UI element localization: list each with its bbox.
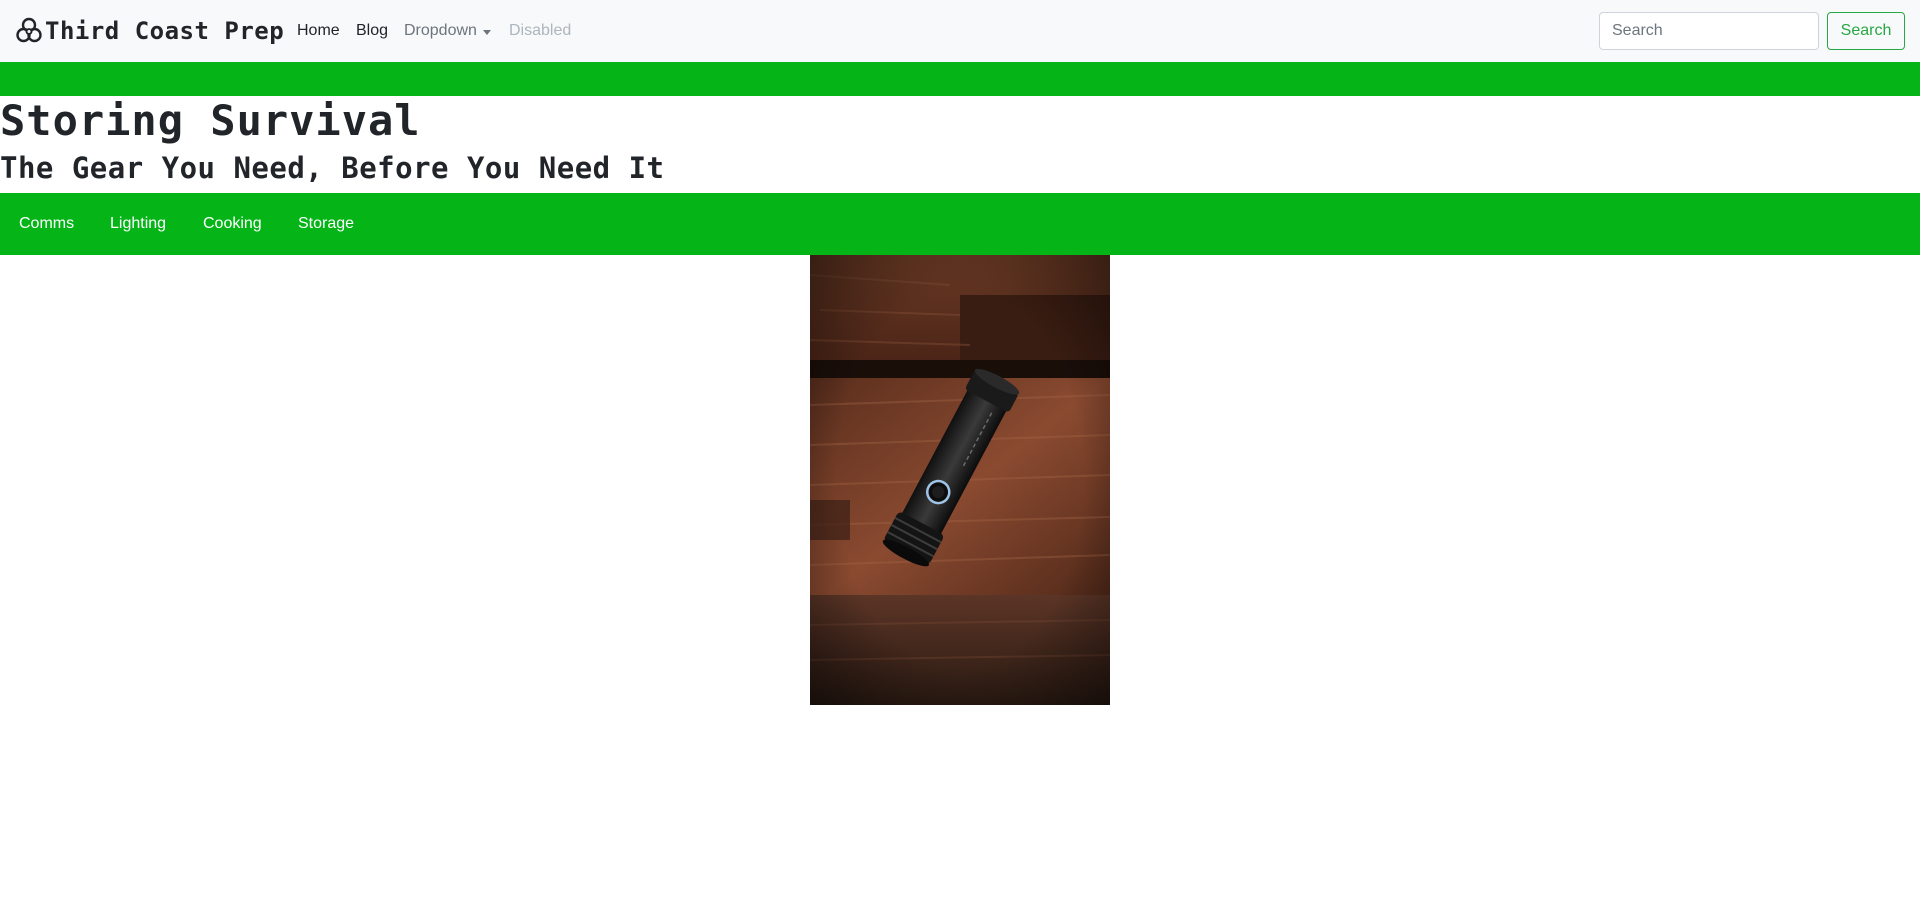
top-navbar: Third Coast Prep Home Blog Dropdown Disa… xyxy=(0,0,1920,62)
nav-disabled-link: Disabled xyxy=(509,22,572,39)
search-input[interactable] xyxy=(1599,12,1819,50)
nav-home-link[interactable]: Home xyxy=(297,20,340,42)
category-storage[interactable]: Storage xyxy=(298,214,354,234)
category-comms[interactable]: Comms xyxy=(19,214,74,234)
search-button[interactable]: Search xyxy=(1827,12,1905,50)
page-subtitle: The Gear You Need, Before You Need It xyxy=(0,151,665,185)
nav-dropdown-label: Dropdown xyxy=(404,22,477,39)
category-nav: Comms Lighting Cooking Storage xyxy=(0,193,1920,255)
brand-name: Third Coast Prep xyxy=(45,17,285,45)
flashlight-illustration xyxy=(810,255,1110,705)
caret-down-icon xyxy=(482,29,491,35)
category-cooking[interactable]: Cooking xyxy=(203,214,262,234)
page-title: Storing Survival xyxy=(0,96,421,145)
nav-blog-link[interactable]: Blog xyxy=(356,20,388,42)
flashlight-photo xyxy=(810,255,1110,705)
nav-dropdown-toggle[interactable]: Dropdown xyxy=(404,20,491,42)
green-banner-strip xyxy=(0,62,1920,96)
biohazard-icon xyxy=(16,17,42,43)
category-lighting[interactable]: Lighting xyxy=(110,214,166,234)
brand-link[interactable]: Third Coast Prep xyxy=(15,15,284,47)
